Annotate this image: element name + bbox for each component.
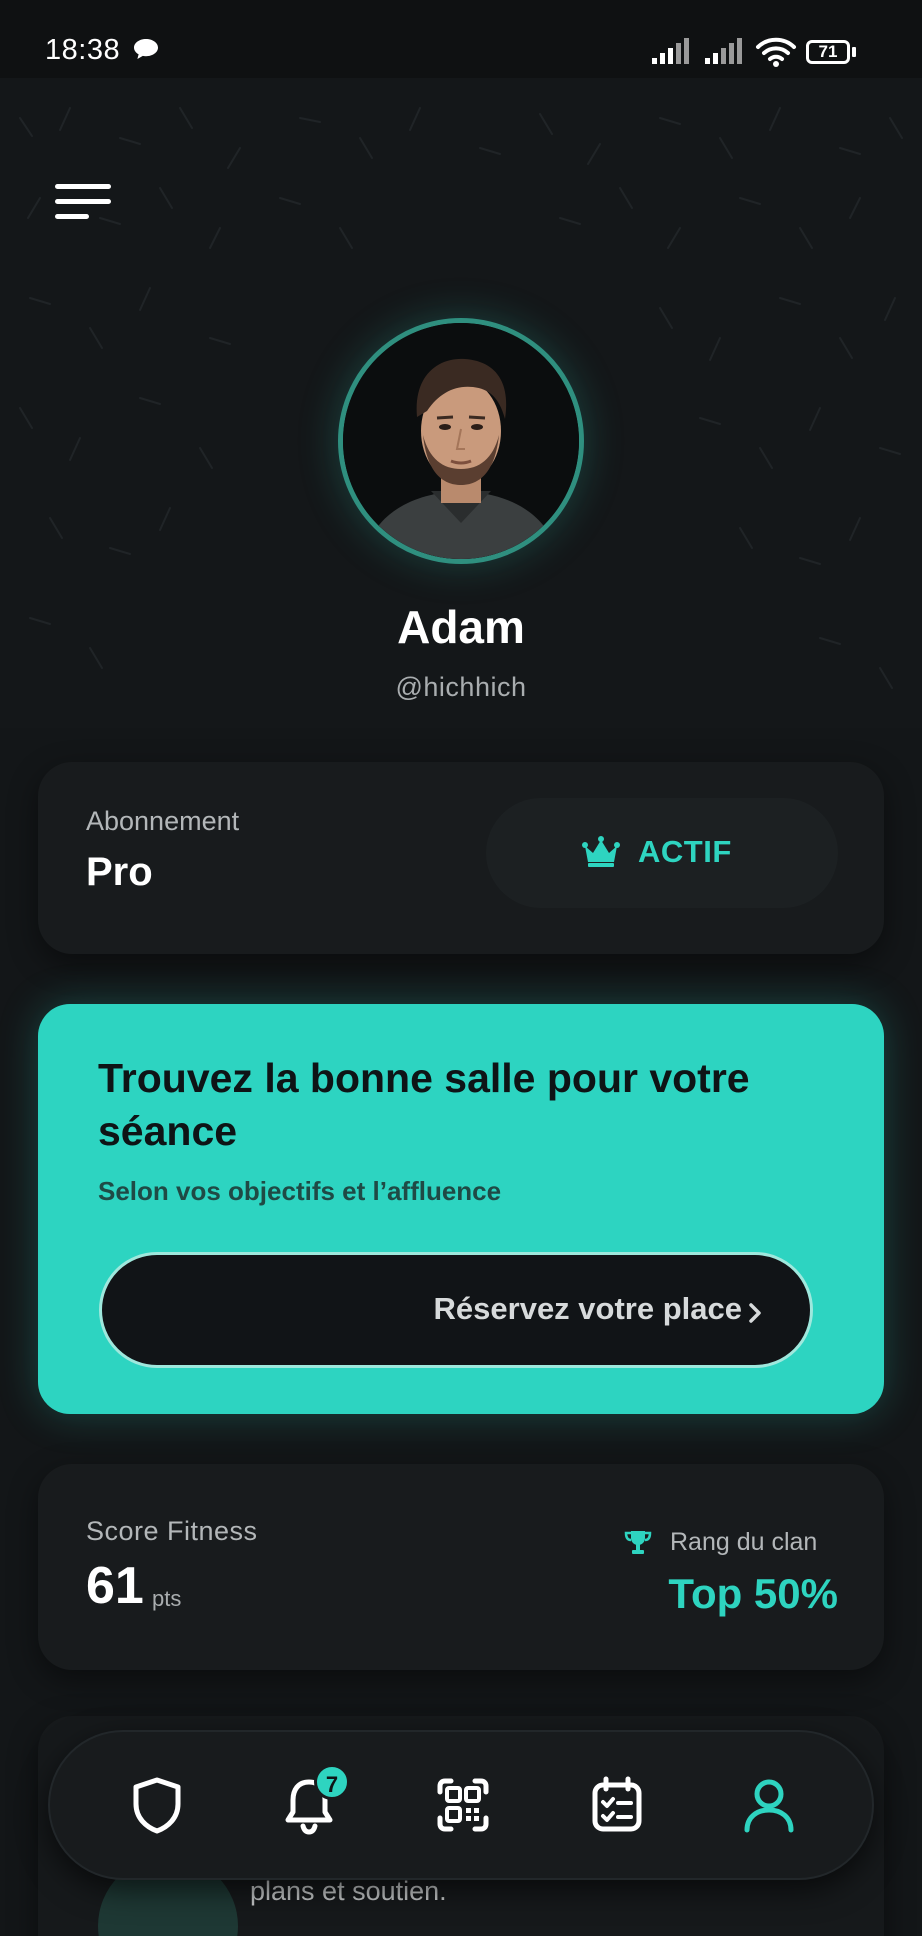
gym-finder-promo-card: Trouvez la bonne salle pour votre séance… xyxy=(38,1004,884,1414)
battery-icon: 71 xyxy=(806,40,850,64)
user-icon xyxy=(744,1779,794,1833)
trophy-icon xyxy=(624,1531,652,1554)
signal-icon xyxy=(705,38,742,64)
notification-badge: 7 xyxy=(314,1764,350,1800)
subscription-status-text: ACTIF xyxy=(638,834,732,869)
fitness-score-card[interactable]: Score Fitness 61 pts Rang du clan Top 50… xyxy=(38,1464,884,1670)
nav-item-calendar[interactable] xyxy=(584,1772,650,1838)
status-time: 18:38 xyxy=(45,34,121,66)
promo-title: Trouvez la bonne salle pour votre séance xyxy=(98,1055,750,1154)
user-handle: @hichhich xyxy=(395,672,527,702)
score-unit: pts xyxy=(152,1586,182,1611)
chevron-right-icon xyxy=(749,1303,761,1323)
reserve-place-label: Réservez votre place xyxy=(433,1291,742,1326)
bottom-navigation: 7 xyxy=(48,1730,874,1880)
user-name: Adam xyxy=(397,601,525,653)
subscription-label: Abonnement xyxy=(86,806,240,836)
crown-icon xyxy=(582,836,620,867)
support-text: plans et soutien. xyxy=(250,1876,447,1906)
shield-icon xyxy=(133,1777,181,1834)
menu-icon xyxy=(55,184,111,219)
chat-bubble-icon xyxy=(134,39,158,59)
menu-button[interactable] xyxy=(50,180,116,230)
nav-item-qr-code[interactable] xyxy=(430,1772,496,1838)
promo-subtitle: Selon vos objectifs et l’affluence xyxy=(98,1176,502,1206)
nav-item-profile[interactable] xyxy=(736,1772,802,1838)
avatar-photo xyxy=(343,323,579,559)
subscription-card: Abonnement Pro ACTIF xyxy=(38,762,884,954)
wifi-icon xyxy=(756,37,796,67)
subscription-plan: Pro xyxy=(86,850,153,894)
battery-level: 71 xyxy=(818,42,838,61)
subscription-status-badge[interactable]: ACTIF xyxy=(486,798,838,908)
battery-nub xyxy=(852,47,856,57)
clan-rank-value: Top 50% xyxy=(668,1570,838,1617)
qr-code-icon xyxy=(437,1778,489,1832)
score-value: 61 xyxy=(86,1557,144,1615)
profile-page: 18:38 71 Adam @hichhich Abonnement Pro A… xyxy=(0,0,922,1936)
calendar-check-icon xyxy=(592,1776,642,1832)
reserve-place-button[interactable]: Réservez votre place xyxy=(99,1252,813,1368)
nav-item-shield[interactable] xyxy=(124,1772,190,1838)
status-bar: 18:38 71 xyxy=(0,0,922,78)
avatar[interactable] xyxy=(338,318,584,564)
score-label: Score Fitness xyxy=(86,1516,258,1546)
signal-icon xyxy=(652,38,689,64)
clan-rank-label: Rang du clan xyxy=(670,1528,818,1556)
